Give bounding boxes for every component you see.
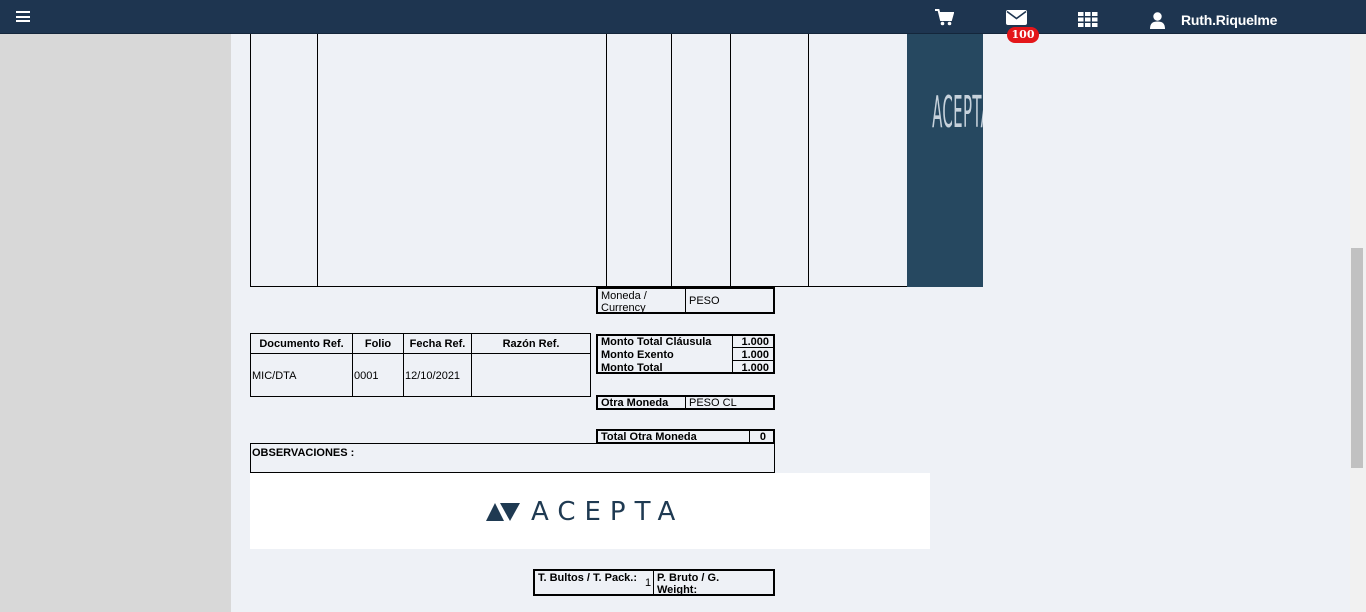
monto-total-clausula-value: 1.000 — [741, 336, 769, 348]
currency-label: Moneda / Currency — [601, 290, 647, 314]
grid-divider — [317, 34, 318, 287]
acepta-side-watermark: ACEPTA — [907, 34, 983, 287]
divider — [251, 353, 590, 354]
table-cell-folio: 0001 — [354, 370, 379, 382]
grid-divider — [730, 34, 731, 287]
totals-box: Monto Total Cláusula 1.000 Monto Exento … — [596, 334, 775, 374]
monto-total-label: Monto Total — [601, 362, 663, 374]
username-label[interactable]: Ruth.Riquelme — [1181, 12, 1277, 28]
left-sidebar — [0, 34, 231, 612]
total-otra-moneda-value: 0 — [759, 431, 766, 443]
mail-count-badge: 100 — [1007, 27, 1039, 43]
total-otra-moneda-label: Total Otra Moneda — [601, 431, 697, 443]
bultos-value: 1 — [645, 577, 652, 589]
bultos-label: T. Bultos / T. Pack.: — [538, 572, 638, 584]
total-otra-moneda-box: Total Otra Moneda 0 — [596, 429, 775, 444]
table-cell-documento-ref: MIC/DTA — [252, 370, 297, 382]
table-header-razon-ref: Razón Ref. — [502, 338, 560, 350]
references-table: Documento Ref. Folio Fecha Ref. Razón Re… — [250, 333, 591, 397]
divider — [749, 431, 750, 442]
table-cell-fecha-ref: 12/10/2021 — [405, 370, 461, 382]
otra-moneda-value: PESO CL — [689, 397, 737, 409]
observaciones-box: OBSERVACIONES : — [250, 443, 775, 473]
monto-total-value: 1.000 — [741, 362, 769, 374]
page-scrollbar-thumb[interactable] — [1351, 248, 1363, 468]
bultos-peso-box: T. Bultos / T. Pack.: 1 P. Bruto / G. We… — [533, 569, 775, 596]
apps-grid-icon[interactable] — [1078, 12, 1098, 32]
grid-divider — [808, 34, 809, 287]
otra-moneda-label: Otra Moneda — [601, 397, 669, 409]
divider — [653, 571, 654, 594]
monto-total-clausula-label: Monto Total Cláusula — [601, 336, 712, 348]
items-detail-grid — [250, 34, 908, 287]
currency-value: PESO — [689, 295, 720, 307]
acepta-logo-text: ACEPTA — [531, 497, 685, 527]
acepta-logo-mark-icon — [486, 503, 520, 521]
hamburger-menu-icon[interactable] — [16, 11, 30, 22]
currency-box: Moneda / Currency PESO — [596, 287, 775, 314]
divider — [685, 397, 686, 408]
divider — [685, 289, 686, 312]
peso-bruto-label: P. Bruto / G. Weight: — [657, 572, 720, 596]
acepta-logo-banner: ACEPTA — [250, 473, 930, 549]
table-header-folio: Folio — [364, 338, 392, 350]
monto-exento-label: Monto Exento — [601, 349, 674, 361]
divider — [732, 336, 733, 372]
monto-exento-value: 1.000 — [741, 349, 769, 361]
grid-divider — [606, 34, 607, 287]
table-header-fecha-ref: Fecha Ref. — [409, 338, 466, 350]
top-navigation-bar: Ruth.Riquelme — [0, 0, 1366, 34]
acepta-side-logo-text: ACEPTA — [932, 87, 983, 138]
shopping-cart-icon[interactable] — [935, 9, 955, 31]
otra-moneda-box: Otra Moneda PESO CL — [596, 395, 775, 410]
grid-divider — [671, 34, 672, 287]
user-icon[interactable] — [1150, 12, 1165, 34]
table-header-documento-ref: Documento Ref. — [259, 338, 344, 350]
observaciones-label: OBSERVACIONES : — [252, 447, 355, 459]
